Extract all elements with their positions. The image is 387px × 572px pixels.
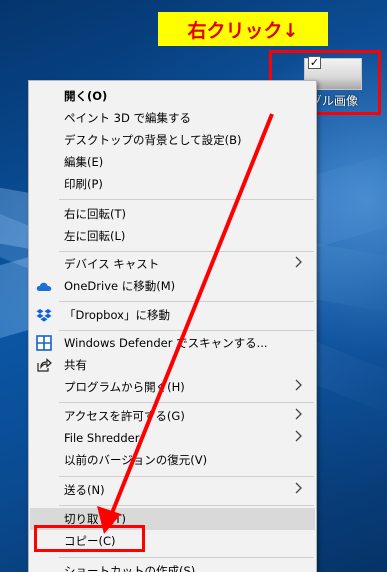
annotation-arrow-icon (97, 113, 274, 534)
